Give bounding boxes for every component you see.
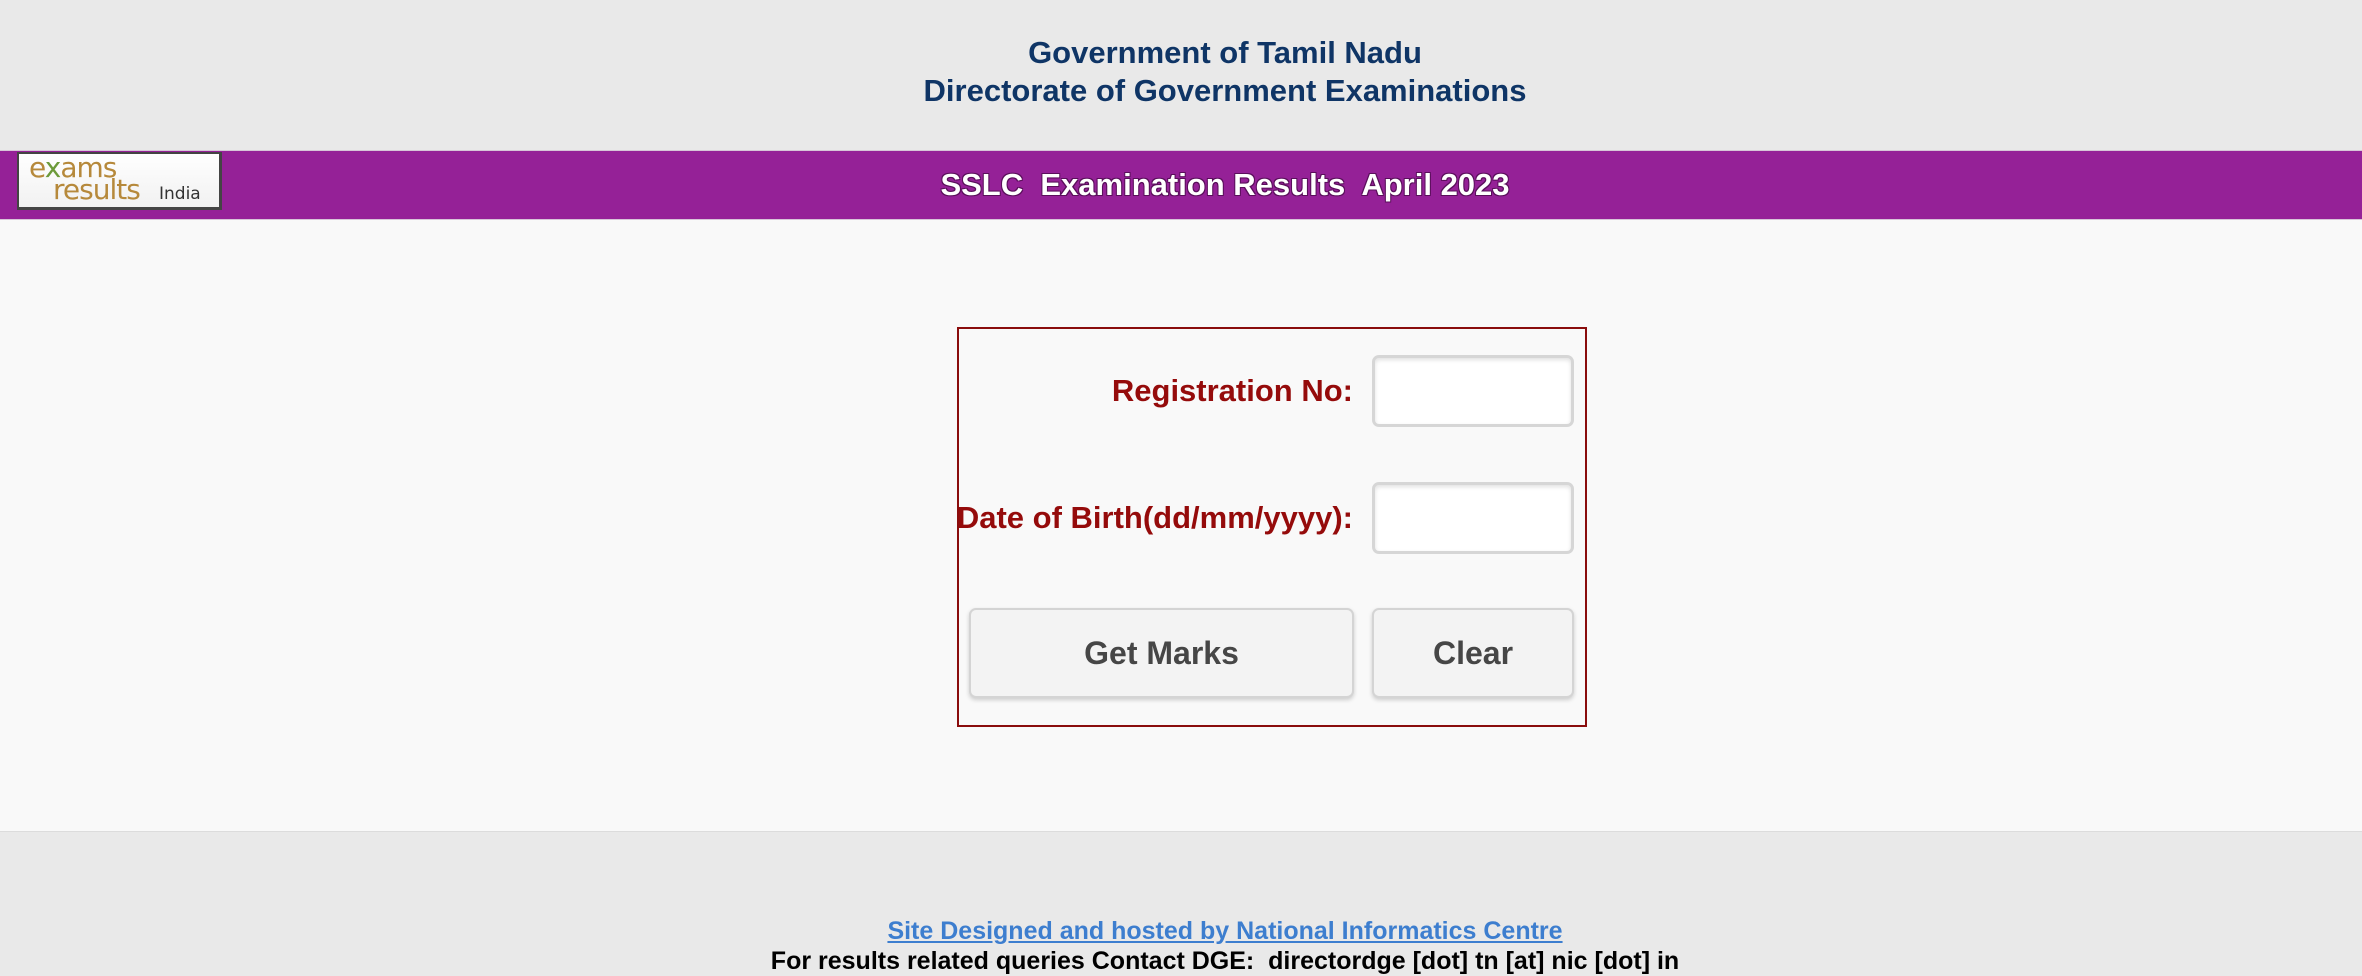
header-government-title: Government of Tamil Nadu	[1028, 35, 1422, 70]
results-form: Registration No: Date of Birth(dd/mm/yyy…	[957, 327, 1587, 727]
nic-link[interactable]: Site Designed and hosted by National Inf…	[887, 916, 1562, 946]
page-title: SSLC Examination Results April 2023	[940, 167, 1510, 202]
clear-button[interactable]: Clear	[1372, 608, 1574, 698]
header-directorate-title: Directorate of Government Examinations	[923, 73, 1527, 108]
results-banner: exams results India SSLC Examination Res…	[0, 150, 2362, 220]
date-of-birth-input[interactable]	[1372, 482, 1574, 554]
registration-number-input[interactable]	[1372, 355, 1574, 427]
site-header: Government of Tamil Nadu Directorate of …	[0, 0, 2362, 150]
registration-label: Registration No:	[1111, 373, 1353, 408]
main-content: Registration No: Date of Birth(dd/mm/yyy…	[0, 220, 2362, 832]
contact-info: For results related queries Contact DGE:…	[770, 947, 1680, 975]
dob-label: Date of Birth(dd/mm/yyyy):	[956, 500, 1353, 535]
site-footer: Site Designed and hosted by National Inf…	[0, 832, 2362, 976]
get-marks-button[interactable]: Get Marks	[969, 608, 1354, 698]
